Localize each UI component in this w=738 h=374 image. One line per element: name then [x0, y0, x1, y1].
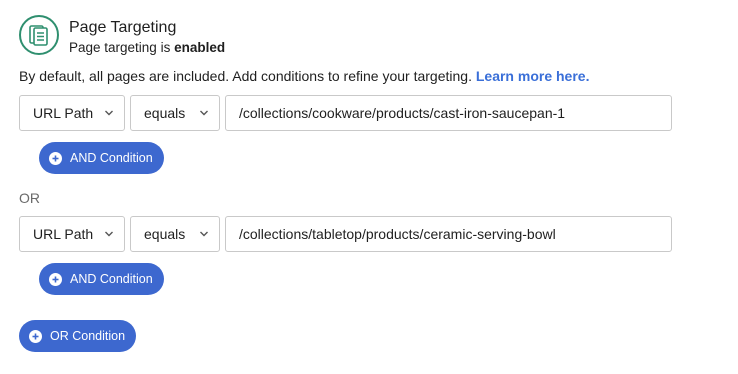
- status-value: enabled: [174, 40, 226, 55]
- operator-select[interactable]: equals: [130, 216, 220, 252]
- and-condition-label: AND Condition: [70, 272, 153, 286]
- and-condition-button[interactable]: AND Condition: [39, 142, 164, 174]
- page-title: Page Targeting: [69, 19, 177, 36]
- url-path-input[interactable]: [225, 216, 672, 252]
- operator-select-value: equals: [144, 226, 186, 242]
- operator-select-value: equals: [144, 105, 186, 121]
- chevron-down-icon: [104, 108, 114, 118]
- plus-icon: [49, 272, 62, 286]
- or-separator: OR: [19, 190, 40, 206]
- field-select[interactable]: URL Path: [19, 95, 125, 131]
- and-condition-label: AND Condition: [70, 151, 153, 165]
- targeting-status: Page targeting is enabled: [69, 39, 225, 57]
- and-condition-button[interactable]: AND Condition: [39, 263, 164, 295]
- or-condition-button[interactable]: OR Condition: [19, 320, 137, 352]
- condition-row: URL Path equals: [19, 95, 672, 131]
- document-list-icon: [19, 15, 59, 55]
- targeting-description: By default, all pages are included. Add …: [19, 67, 589, 85]
- learn-more-link[interactable]: Learn more here.: [476, 68, 590, 84]
- operator-select[interactable]: equals: [130, 95, 220, 131]
- plus-icon: [49, 151, 62, 165]
- chevron-down-icon: [199, 229, 209, 239]
- chevron-down-icon: [104, 229, 114, 239]
- field-select[interactable]: URL Path: [19, 216, 125, 252]
- or-condition-label: OR Condition: [50, 329, 126, 343]
- condition-row: URL Path equals: [19, 216, 672, 252]
- field-select-value: URL Path: [33, 226, 94, 242]
- description-text: By default, all pages are included. Add …: [19, 68, 476, 84]
- url-path-input[interactable]: [225, 95, 672, 131]
- page-targeting-header: Page Targeting Page targeting is enabled: [19, 15, 225, 57]
- chevron-down-icon: [199, 108, 209, 118]
- plus-icon: [29, 329, 42, 343]
- field-select-value: URL Path: [33, 105, 94, 121]
- status-prefix: Page targeting is: [69, 40, 175, 55]
